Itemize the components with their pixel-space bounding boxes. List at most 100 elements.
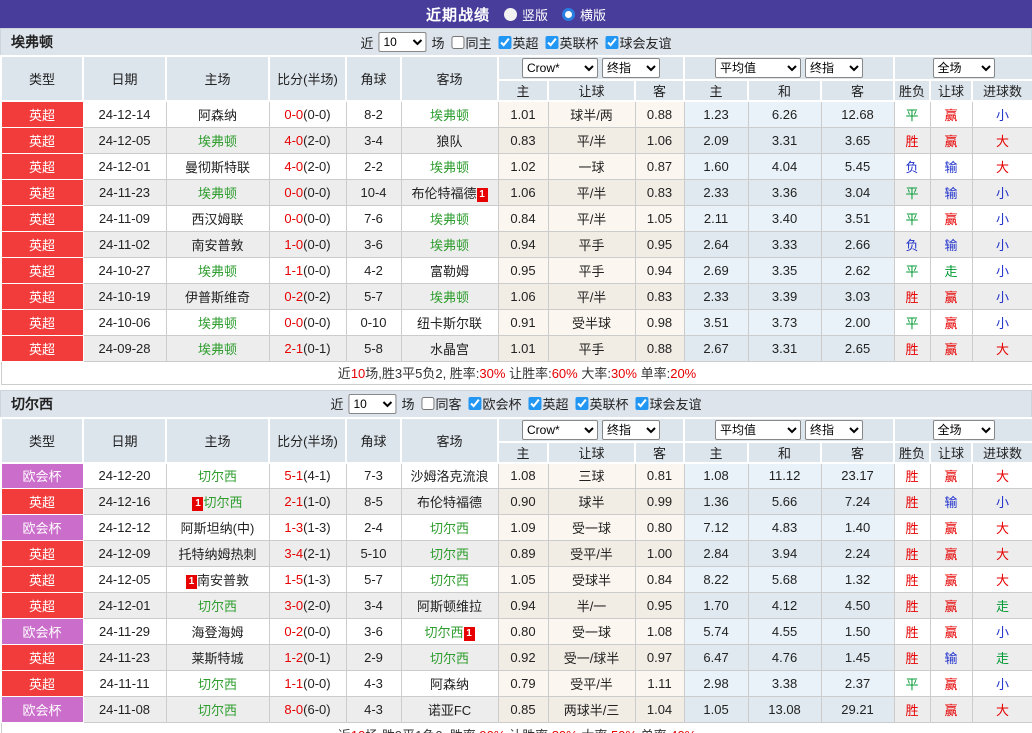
sub-header-3: 主 xyxy=(683,79,750,102)
same-venue-checkbox-input[interactable] xyxy=(451,35,465,49)
home-team-name: 西汉姆联 xyxy=(191,211,244,227)
crow-home-odds: 1.05 xyxy=(497,566,549,593)
same-venue-checkbox-input[interactable] xyxy=(421,397,435,410)
result-goals: 走 xyxy=(971,644,1032,671)
odds-source-header: Crow* 终指 xyxy=(496,416,686,443)
result-outcome: 胜 xyxy=(893,566,931,593)
avg-away-odds: 3.03 xyxy=(820,282,895,310)
odds-stage-select-2[interactable]: 终指 xyxy=(805,419,864,440)
league-checkbox-label: 英超 xyxy=(512,35,539,51)
avg-home-odds: 1.23 xyxy=(683,100,749,128)
avg-draw-odds: 3.39 xyxy=(747,282,822,310)
table-row: 英超 24-10-27 埃弗顿 1-1(0-0) 4-2 富勒姆 0.95 平手 0.94 2.6… xyxy=(0,256,1032,284)
match-score: 5-1(4-1) xyxy=(268,462,347,489)
odds-stage-select-1[interactable]: 终指 xyxy=(602,58,661,78)
home-team-name: 莱斯特城 xyxy=(191,651,244,666)
same-away-checkbox[interactable]: 同客 xyxy=(417,394,461,413)
away-team-name: 埃弗顿 xyxy=(429,237,469,253)
league-checkbox-input-0[interactable] xyxy=(468,397,482,410)
avg-away-odds: 3.04 xyxy=(820,178,895,206)
odds-source-select[interactable]: Crow* xyxy=(522,419,599,440)
league-checkbox-0[interactable]: 英超 xyxy=(495,33,539,52)
scope-select[interactable]: 全场 xyxy=(932,58,995,78)
home-team-cell: 埃弗顿 xyxy=(165,126,270,154)
league-checkbox-0[interactable]: 欧会杯 xyxy=(464,394,522,413)
corner-score: 2-9 xyxy=(345,644,402,671)
league-checkbox-input-1[interactable] xyxy=(528,397,542,410)
radio-selected-icon[interactable] xyxy=(562,7,575,21)
odds-source-select[interactable]: Crow* xyxy=(522,58,599,78)
crow-home-odds: 0.95 xyxy=(497,256,549,284)
match-date: 24-12-20 xyxy=(82,462,167,489)
crow-handicap: 平/半 xyxy=(547,178,636,206)
avg-draw-odds: 4.04 xyxy=(747,152,822,180)
crow-away-odds: 0.81 xyxy=(634,462,685,489)
crow-handicap: 平手 xyxy=(547,256,636,284)
league-checkbox-1[interactable]: 英联杯 xyxy=(542,33,599,52)
away-team-cell: 阿斯顿维拉 xyxy=(400,592,499,619)
result-handicap: 赢 xyxy=(929,540,973,567)
crow-away-odds: 0.95 xyxy=(634,592,685,619)
result-goals: 小 xyxy=(971,178,1032,206)
home-team-name: 阿斯坦纳(中) xyxy=(180,521,255,536)
league-checkbox-input-0[interactable] xyxy=(498,35,512,49)
corner-score: 0-10 xyxy=(345,308,402,336)
league-checkbox-2[interactable]: 英联杯 xyxy=(572,394,629,413)
avg-odds-select[interactable]: 平均值 xyxy=(715,419,802,440)
odds-stage-select-1[interactable]: 终指 xyxy=(602,419,661,440)
league-badge: 英超 xyxy=(0,488,84,515)
home-team-cell: 埃弗顿 xyxy=(165,256,270,284)
avg-away-odds: 5.45 xyxy=(820,152,895,180)
league-checkbox-1[interactable]: 英超 xyxy=(525,394,569,413)
league-checkbox-input-3[interactable] xyxy=(635,397,649,410)
match-date: 24-10-19 xyxy=(82,282,167,310)
away-team-name: 纽卡斯尔联 xyxy=(416,315,482,331)
scope-select[interactable]: 全场 xyxy=(932,419,995,440)
league-badge: 英超 xyxy=(0,178,84,206)
result-handicap: 赢 xyxy=(929,696,973,723)
recent-count-select[interactable]: 10 xyxy=(348,393,397,414)
recent-count-select[interactable]: 10 xyxy=(378,32,427,52)
home-team-name: 切尔西 xyxy=(203,495,243,510)
away-team-cell: 埃弗顿 xyxy=(400,152,499,180)
league-checkbox-3[interactable]: 球会友谊 xyxy=(632,394,702,413)
result-handicap: 赢 xyxy=(929,592,973,619)
crow-away-odds: 0.88 xyxy=(634,334,685,362)
same-home-checkbox[interactable]: 同主 xyxy=(447,33,492,52)
home-team-name: 伊普斯维奇 xyxy=(184,289,250,305)
home-team-name: 曼彻斯特联 xyxy=(184,159,250,175)
match-date: 24-11-08 xyxy=(82,696,167,723)
avg-draw-odds: 3.31 xyxy=(747,126,822,154)
away-team-name: 切尔西 xyxy=(424,625,464,640)
radio-unselected-icon[interactable] xyxy=(503,7,517,21)
league-checkbox-input-2[interactable] xyxy=(605,35,619,49)
league-badge: 英超 xyxy=(0,152,84,180)
crow-home-odds: 0.84 xyxy=(497,204,549,232)
corner-score: 4-2 xyxy=(345,256,402,284)
home-team-cell: 海登海姆 xyxy=(165,618,270,645)
red-card-badge: 1 xyxy=(185,575,197,589)
league-checkbox-input-2[interactable] xyxy=(575,397,589,410)
table-row: 英超 24-10-19 伊普斯维奇 0-2(0-2) 5-7 埃弗顿 1.06 平/半 0.83… xyxy=(0,282,1032,310)
league-checkbox-input-1[interactable] xyxy=(545,35,559,49)
summary-line: 近10场,胜3平5负2, 胜率:30% 让胜率:60% 大率:30% 单率:20… xyxy=(0,360,1032,385)
results-table: 类型 日期 主场 比分(半场) 角球 客场 Crow* 终指 平均值 终指 全场主让球客主和客胜负让… xyxy=(0,55,1032,385)
home-team-name: 埃弗顿 xyxy=(197,263,237,279)
col-header-home: 主场 xyxy=(165,55,270,102)
home-team-name: 埃弗顿 xyxy=(197,133,237,149)
avg-away-odds: 1.45 xyxy=(820,644,895,671)
odds-stage-select-2[interactable]: 终指 xyxy=(805,58,864,78)
avg-draw-odds: 5.68 xyxy=(747,566,822,593)
league-badge: 英超 xyxy=(0,126,84,154)
home-team-name: 切尔西 xyxy=(197,599,237,614)
sub-header-1: 让球 xyxy=(547,440,636,464)
avg-odds-select[interactable]: 平均值 xyxy=(715,58,802,78)
league-checkbox-2[interactable]: 球会友谊 xyxy=(602,33,672,52)
away-team-name: 切尔西 xyxy=(429,573,469,588)
crow-away-odds: 0.87 xyxy=(634,152,685,180)
league-badge: 英超 xyxy=(0,230,84,258)
avg-home-odds: 2.67 xyxy=(683,334,749,362)
layout-radio-vertical[interactable]: 竖版 xyxy=(503,5,548,24)
layout-radio-horizontal[interactable]: 横版 xyxy=(562,5,606,24)
avg-home-odds: 2.98 xyxy=(683,670,749,697)
